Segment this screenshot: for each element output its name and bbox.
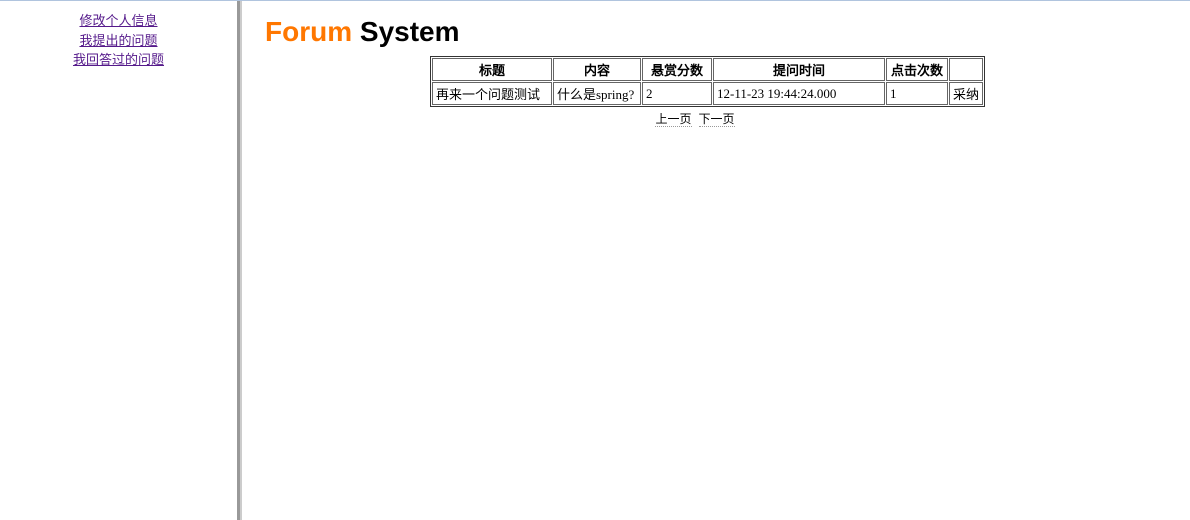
- pagination: 上一页 下一页: [430, 110, 960, 127]
- main-content: Forum System 标题 内容 悬赏分数 提问时间 点击次数 再来一个: [240, 1, 1190, 520]
- sidebar-link-my-answers[interactable]: 我回答过的问题: [0, 50, 237, 70]
- title-forum: Forum: [265, 16, 352, 47]
- th-clicks: 点击次数: [886, 58, 948, 81]
- prev-page-link[interactable]: 上一页: [655, 112, 691, 127]
- sidebar-link-profile[interactable]: 修改个人信息: [0, 11, 237, 31]
- cell-bounty: 2: [642, 82, 712, 105]
- cell-time: 12-11-23 19:44:24.000: [713, 82, 885, 105]
- th-bounty: 悬赏分数: [642, 58, 712, 81]
- th-title: 标题: [432, 58, 552, 81]
- next-page-link[interactable]: 下一页: [699, 112, 735, 127]
- adopt-link[interactable]: 采纳: [949, 82, 983, 105]
- cell-content: 什么是spring?: [553, 82, 641, 105]
- sidebar-link-my-questions[interactable]: 我提出的问题: [0, 31, 237, 51]
- sidebar: 修改个人信息 我提出的问题 我回答过的问题: [0, 1, 240, 520]
- cell-clicks: 1: [886, 82, 948, 105]
- page-title: Forum System: [265, 16, 1190, 48]
- table-row: 再来一个问题测试 什么是spring? 2 12-11-23 19:44:24.…: [432, 82, 983, 105]
- cell-title: 再来一个问题测试: [432, 82, 552, 105]
- table-header-row: 标题 内容 悬赏分数 提问时间 点击次数: [432, 58, 983, 81]
- th-time: 提问时间: [713, 58, 885, 81]
- th-content: 内容: [553, 58, 641, 81]
- th-action: [949, 58, 983, 81]
- questions-table: 标题 内容 悬赏分数 提问时间 点击次数 再来一个问题测试 什么是spring?…: [430, 56, 985, 107]
- title-system: System: [352, 16, 459, 47]
